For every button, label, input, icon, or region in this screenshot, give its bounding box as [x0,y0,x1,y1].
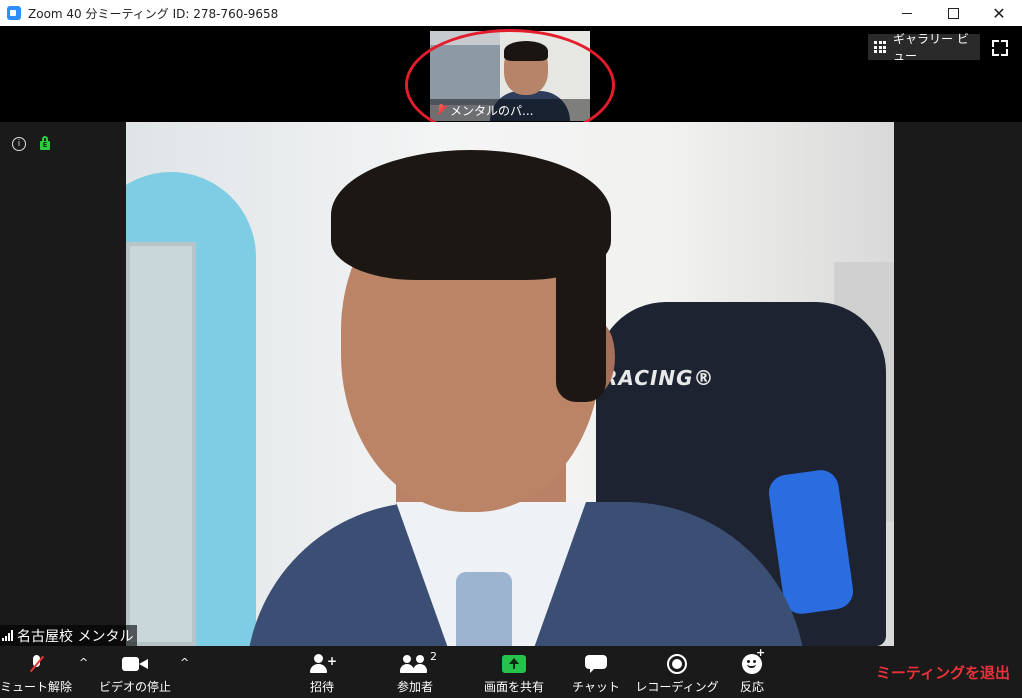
meeting-toolbar: ミュート解除 ^ ビデオの停止 ^ + 招待 2 参加者 画面を共有 チャット … [0,646,1022,698]
record-label: レコーディング [635,680,719,694]
participants-label: 参加者 [396,680,433,694]
main-video-feed: RACING® [126,122,894,646]
video-camera-icon [122,656,148,672]
smiley-reaction-icon: + [742,646,765,674]
info-icon[interactable]: i [12,137,26,151]
leave-meeting-button[interactable]: ミーティングを退出 [876,646,1010,698]
signal-strength-icon [2,630,13,641]
share-screen-arrow-icon [502,655,526,673]
record-icon [667,654,687,674]
zoom-app-icon [7,6,21,20]
record-button[interactable]: レコーディング [635,646,719,698]
gallery-view-label: ギャラリー ビュー [893,32,969,63]
chat-label: チャット [572,680,620,694]
video-person-hair-side [556,202,606,402]
close-button[interactable]: ✕ [976,0,1022,26]
unmute-button[interactable]: ミュート解除 [0,646,72,698]
unmute-label: ミュート解除 [0,680,73,694]
video-background-door [126,242,196,646]
chair-brand-text: RACING® [602,366,715,390]
invite-button[interactable]: + 招待 [300,646,344,698]
grid-icon [874,41,886,53]
stop-video-label: ビデオの停止 [98,680,171,694]
share-screen-button[interactable]: 画面を共有 [478,646,550,698]
invite-label: 招待 [309,680,334,694]
participant-name-tag: 名古屋校 メンタル [0,625,138,646]
minimize-button[interactable] [884,0,930,26]
fullscreen-icon[interactable] [992,40,1008,56]
participants-button[interactable]: 2 参加者 [388,646,442,698]
gallery-view-button[interactable]: ギャラリー ビュー [868,32,980,63]
audio-options-caret-icon[interactable]: ^ [79,656,88,669]
window-titlebar: Zoom 40 分ミーティング ID: 278-760-9658 ✕ [0,0,1022,26]
reactions-label: 反応 [739,680,764,694]
participants-count: 2 [430,650,437,663]
participant-name: 名古屋校 メンタル [17,628,134,645]
stop-video-button[interactable]: ビデオの停止 [96,646,174,698]
chat-button[interactable]: チャット [572,646,620,698]
muted-microphone-icon [30,654,42,674]
chat-bubble-icon [585,655,607,673]
maximize-button[interactable] [930,0,976,26]
video-options-caret-icon[interactable]: ^ [180,656,189,669]
video-person-tie [456,572,512,646]
window-title: Zoom 40 分ミーティング ID: 278-760-9658 [28,7,279,21]
encryption-lock-icon[interactable] [40,136,50,151]
reactions-button[interactable]: + 反応 [734,646,770,698]
add-person-icon: + [310,654,337,674]
participants-icon: 2 [400,650,437,674]
share-screen-label: 画面を共有 [483,680,544,694]
